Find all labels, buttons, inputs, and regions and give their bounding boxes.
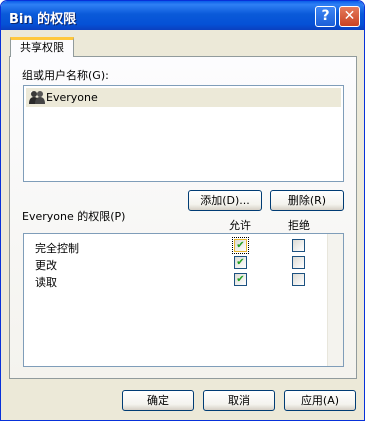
checkmark-icon: ✔ xyxy=(236,240,245,251)
vertical-scrollbar[interactable] xyxy=(327,234,343,366)
permissions-list: 完全控制 ✔ 更改 ✔ 读取 ✔ xyxy=(23,233,344,367)
user-list-item[interactable]: Everyone xyxy=(26,88,341,107)
allow-change-checkbox[interactable]: ✔ xyxy=(234,256,247,269)
permission-row-read: 读取 ✔ xyxy=(24,272,329,289)
allow-read-checkbox[interactable]: ✔ xyxy=(234,273,247,286)
deny-column-header: 拒绝 xyxy=(288,219,310,232)
tab-panel: 组或用户名称(G): Everyone 添加(D)... 删除(R) Every… xyxy=(9,56,357,379)
remove-button[interactable]: 删除(R) xyxy=(270,190,344,211)
close-button[interactable]: ✕ xyxy=(339,6,360,27)
users-label: 组或用户名称(G): xyxy=(22,69,109,82)
users-group-icon xyxy=(29,90,45,107)
checkmark-icon: ✔ xyxy=(236,274,245,285)
ok-button[interactable]: 确定 xyxy=(122,390,194,411)
permission-name: 更改 xyxy=(35,259,57,272)
user-name: Everyone xyxy=(46,91,98,104)
tab-share-permissions[interactable]: 共享权限 xyxy=(10,37,74,57)
add-button[interactable]: 添加(D)... xyxy=(188,190,262,211)
help-button[interactable]: ? xyxy=(315,6,336,27)
window-title: Bin 的权限 xyxy=(9,12,77,27)
allow-column-header: 允许 xyxy=(229,219,251,232)
deny-full-control-checkbox[interactable] xyxy=(292,239,305,252)
user-list[interactable]: Everyone xyxy=(23,85,344,182)
permissions-dialog: Bin 的权限 ? ✕ 共享权限 组或用户名称(G): Everyone 添加(… xyxy=(0,0,365,421)
title-bar[interactable]: Bin 的权限 ? ✕ xyxy=(1,1,364,30)
deny-read-checkbox[interactable] xyxy=(292,273,305,286)
permission-name: 读取 xyxy=(35,276,57,289)
permission-row-change: 更改 ✔ xyxy=(24,255,329,272)
apply-button[interactable]: 应用(A) xyxy=(284,390,356,411)
permission-row-full-control: 完全控制 ✔ xyxy=(24,237,329,255)
checkmark-icon: ✔ xyxy=(236,257,245,268)
cancel-button[interactable]: 取消 xyxy=(203,390,275,411)
deny-change-checkbox[interactable] xyxy=(292,256,305,269)
permission-name: 完全控制 xyxy=(35,242,79,255)
permissions-label: Everyone 的权限(P) xyxy=(22,210,126,223)
allow-full-control-checkbox[interactable]: ✔ xyxy=(232,237,249,254)
